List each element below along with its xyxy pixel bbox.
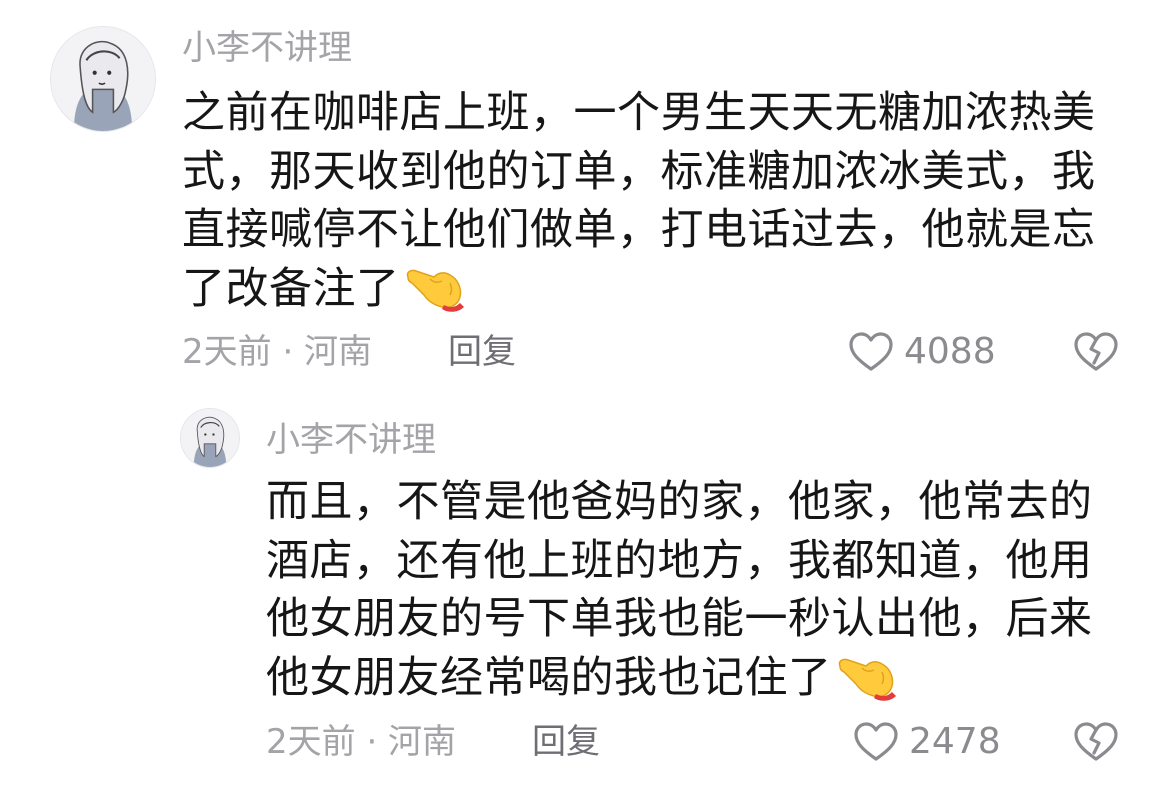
broken-heart-icon[interactable] bbox=[1073, 721, 1119, 763]
like-button[interactable]: 4088 bbox=[848, 331, 996, 373]
like-button[interactable]: 2478 bbox=[853, 721, 1001, 763]
reply-button[interactable]: 回复 bbox=[448, 332, 516, 372]
comment-text-body: 之前在咖啡店上班，一个男生天天无糖加浓热美式，那天收到他的订单，标准糖加浓冰美式… bbox=[182, 88, 1096, 314]
username[interactable]: 小李不讲理 bbox=[266, 420, 436, 460]
time-location: 2天前 · 河南 bbox=[266, 722, 457, 762]
time-location: 2天前 · 河南 bbox=[182, 332, 373, 372]
comment-item: 小李不讲理 之前在咖啡店上班，一个男生天天无糖加浓热美式，那天收到他的订单，标准… bbox=[0, 0, 1170, 390]
pointing-hand-emoji bbox=[406, 269, 464, 312]
heart-icon bbox=[849, 332, 893, 371]
comment-text-body: 而且，不管是他爸妈的家，他家，他常去的酒店，还有他上班的地方，我都知道，他用他女… bbox=[266, 477, 1093, 703]
comment-text: 之前在咖啡店上班，一个男生天天无糖加浓热美式，那天收到他的订单，标准糖加浓冰美式… bbox=[182, 84, 1102, 318]
like-count: 4088 bbox=[904, 331, 996, 372]
avatar[interactable] bbox=[180, 408, 240, 468]
pointing-hand-emoji bbox=[838, 658, 896, 701]
like-count: 2478 bbox=[909, 721, 1001, 762]
heart-icon bbox=[854, 722, 898, 761]
reply-comment-item: 小李不讲理 而且，不管是他爸妈的家，他家，他常去的酒店，还有他上班的地方，我都知… bbox=[0, 390, 1170, 786]
username[interactable]: 小李不讲理 bbox=[182, 28, 352, 68]
broken-heart-icon[interactable] bbox=[1073, 331, 1119, 373]
comment-text: 而且，不管是他爸妈的家，他家，他常去的酒店，还有他上班的地方，我都知道，他用他女… bbox=[266, 473, 1096, 707]
reply-button[interactable]: 回复 bbox=[532, 722, 600, 762]
avatar[interactable] bbox=[50, 26, 156, 132]
